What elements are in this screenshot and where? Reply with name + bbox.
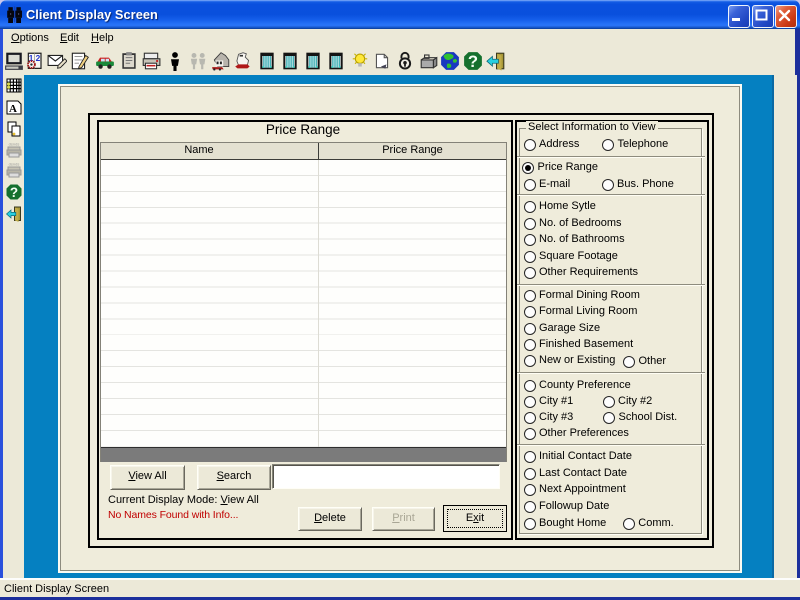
svg-text:dsnds: dsnds [9, 142, 20, 147]
svg-text:2: 2 [36, 53, 41, 63]
svg-text:A: A [9, 103, 17, 115]
svg-text:?: ? [467, 52, 477, 71]
svg-text:?: ? [10, 185, 18, 200]
svg-text:dsnds: dsnds [9, 162, 20, 167]
